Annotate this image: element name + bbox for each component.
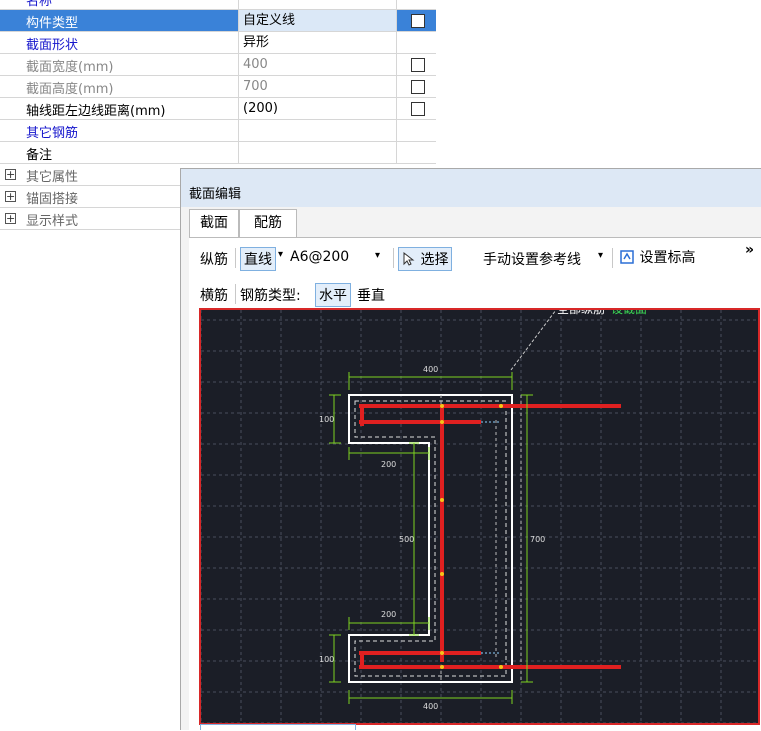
property-remarks-label: 备注 — [26, 148, 53, 163]
leader-line — [510, 310, 557, 371]
axis-offset-checkbox[interactable] — [411, 102, 425, 116]
longitudinal-rebar-button[interactable]: 纵筋 — [200, 249, 228, 269]
section-width-checkbox[interactable] — [411, 58, 425, 72]
rebar-point — [440, 498, 444, 502]
rebar-point — [440, 651, 444, 655]
property-row-remarks[interactable]: 备注 — [0, 142, 436, 164]
property-component-type-checkbox-cell — [396, 10, 436, 31]
rebar-point — [440, 404, 444, 408]
rebar-point — [499, 404, 503, 408]
property-row-section-height[interactable]: 截面高度(mm) 700 — [0, 76, 436, 98]
chevron-down-icon[interactable]: ▾ — [598, 250, 603, 261]
property-name-value[interactable] — [238, 0, 396, 9]
property-axis-offset-label: 轴线距左边线距离(mm) — [26, 104, 166, 119]
property-section-width-label: 截面宽度(mm) — [26, 60, 114, 75]
rebar-point — [440, 572, 444, 576]
property-other-rebar-value[interactable] — [238, 120, 396, 141]
property-row-other-rebar[interactable]: 其它钢筋 — [0, 120, 436, 142]
cursor-icon — [403, 251, 415, 266]
dim-total-height-label: 700 — [530, 535, 545, 544]
transverse-rebar-button[interactable]: 横筋 — [200, 285, 228, 305]
straight-line-button[interactable]: 直线 — [240, 247, 276, 271]
dim-lower-offset-label: 200 — [381, 610, 396, 619]
property-section-width-value[interactable]: 400 — [238, 54, 396, 75]
label-all-longitudinal: 全部纵筋 — [557, 310, 605, 316]
chevron-down-icon[interactable]: ▾ — [375, 250, 380, 261]
group-anchorage-label: 锚固搭接 — [26, 192, 79, 207]
rebar-point — [499, 665, 503, 669]
tab-section[interactable]: 截面 — [189, 209, 239, 237]
elevation-icon — [620, 250, 634, 264]
property-row-section-shape[interactable]: 截面形状 异形 — [0, 32, 436, 54]
dialog-title-bar[interactable]: 截面编辑 — [181, 169, 761, 207]
tab-reinforcement[interactable]: 配筋 — [239, 209, 297, 237]
dialog-title: 截面编辑 — [189, 187, 242, 202]
dim-upper-offset-label: 200 — [381, 460, 396, 469]
property-group-anchorage[interactable]: + 锚固搭接 — [0, 186, 180, 208]
property-remarks-value[interactable] — [238, 142, 396, 163]
section-outline — [348, 394, 513, 683]
more-tools-icon[interactable]: » — [745, 242, 754, 258]
component-type-checkbox[interactable] — [411, 14, 425, 28]
dim-web-height-label: 500 — [399, 535, 414, 544]
label-set-section: 设截面 — [611, 310, 647, 316]
dim-lower-flange-label: 100 — [319, 655, 334, 664]
property-section-height-value[interactable]: 700 — [238, 76, 396, 97]
vertical-button[interactable]: 垂直 — [357, 285, 385, 305]
bottom-tab-strip — [200, 724, 356, 730]
chevron-down-icon[interactable]: ▾ — [278, 249, 283, 260]
property-section-shape-label: 截面形状 — [26, 38, 79, 53]
dim-bottom-width-label: 400 — [423, 702, 438, 711]
property-component-type-label: 构件类型 — [26, 16, 79, 31]
expand-icon[interactable]: + — [5, 169, 16, 180]
expand-icon[interactable]: + — [5, 213, 16, 224]
set-elevation-button[interactable]: 设置标高 — [619, 247, 695, 267]
property-row-section-width[interactable]: 截面宽度(mm) 400 — [0, 54, 436, 76]
property-group-other-attributes[interactable]: + 其它属性 — [0, 164, 180, 186]
section-drawing-canvas[interactable]: 全部纵筋设截面 400 400 100 100 200 200 500 700 — [199, 308, 760, 725]
expand-icon[interactable]: + — [5, 191, 16, 202]
property-component-type-value[interactable]: 自定义线 — [238, 10, 396, 31]
property-row-name[interactable]: 名称 — [0, 0, 436, 10]
property-section-shape-value[interactable]: 异形 — [238, 32, 396, 53]
manual-reference-line-button[interactable]: 手动设置参考线 — [483, 249, 581, 269]
section-drawing: 全部纵筋设截面 400 400 100 100 200 200 500 700 — [201, 310, 758, 723]
property-name-label: 名称 — [26, 0, 53, 9]
property-row-component-type[interactable]: 构件类型 自定义线 — [0, 10, 436, 32]
set-elevation-label: 设置标高 — [639, 250, 696, 266]
section-edit-dialog: 截面编辑 截面 配筋 纵筋 直线 ▾ A6@200 ▾ 选择 手动设置参考线 ▾… — [180, 168, 761, 731]
dim-upper-flange-label: 100 — [319, 415, 334, 424]
select-button-label: 选择 — [420, 252, 449, 268]
property-row-axis-offset[interactable]: 轴线距左边线距离(mm) (200) — [0, 98, 436, 120]
rebar-point — [440, 420, 444, 424]
property-other-rebar-label: 其它钢筋 — [26, 126, 79, 141]
rebar-point — [440, 665, 444, 669]
horizontal-button[interactable]: 水平 — [315, 283, 351, 307]
group-display-style-label: 显示样式 — [26, 214, 79, 229]
dim-top-width-label: 400 — [423, 365, 438, 374]
property-group-display-style[interactable]: + 显示样式 — [0, 208, 180, 230]
select-button[interactable]: 选择 — [398, 247, 453, 271]
property-section-height-label: 截面高度(mm) — [26, 82, 114, 97]
group-other-attributes-label: 其它属性 — [26, 170, 79, 185]
rebar-type-label: 钢筋类型: — [240, 288, 301, 304]
property-axis-offset-value[interactable]: (200) — [238, 98, 396, 119]
rebar-spec-dropdown[interactable]: A6@200 — [290, 249, 349, 265]
section-height-checkbox[interactable] — [411, 80, 425, 94]
